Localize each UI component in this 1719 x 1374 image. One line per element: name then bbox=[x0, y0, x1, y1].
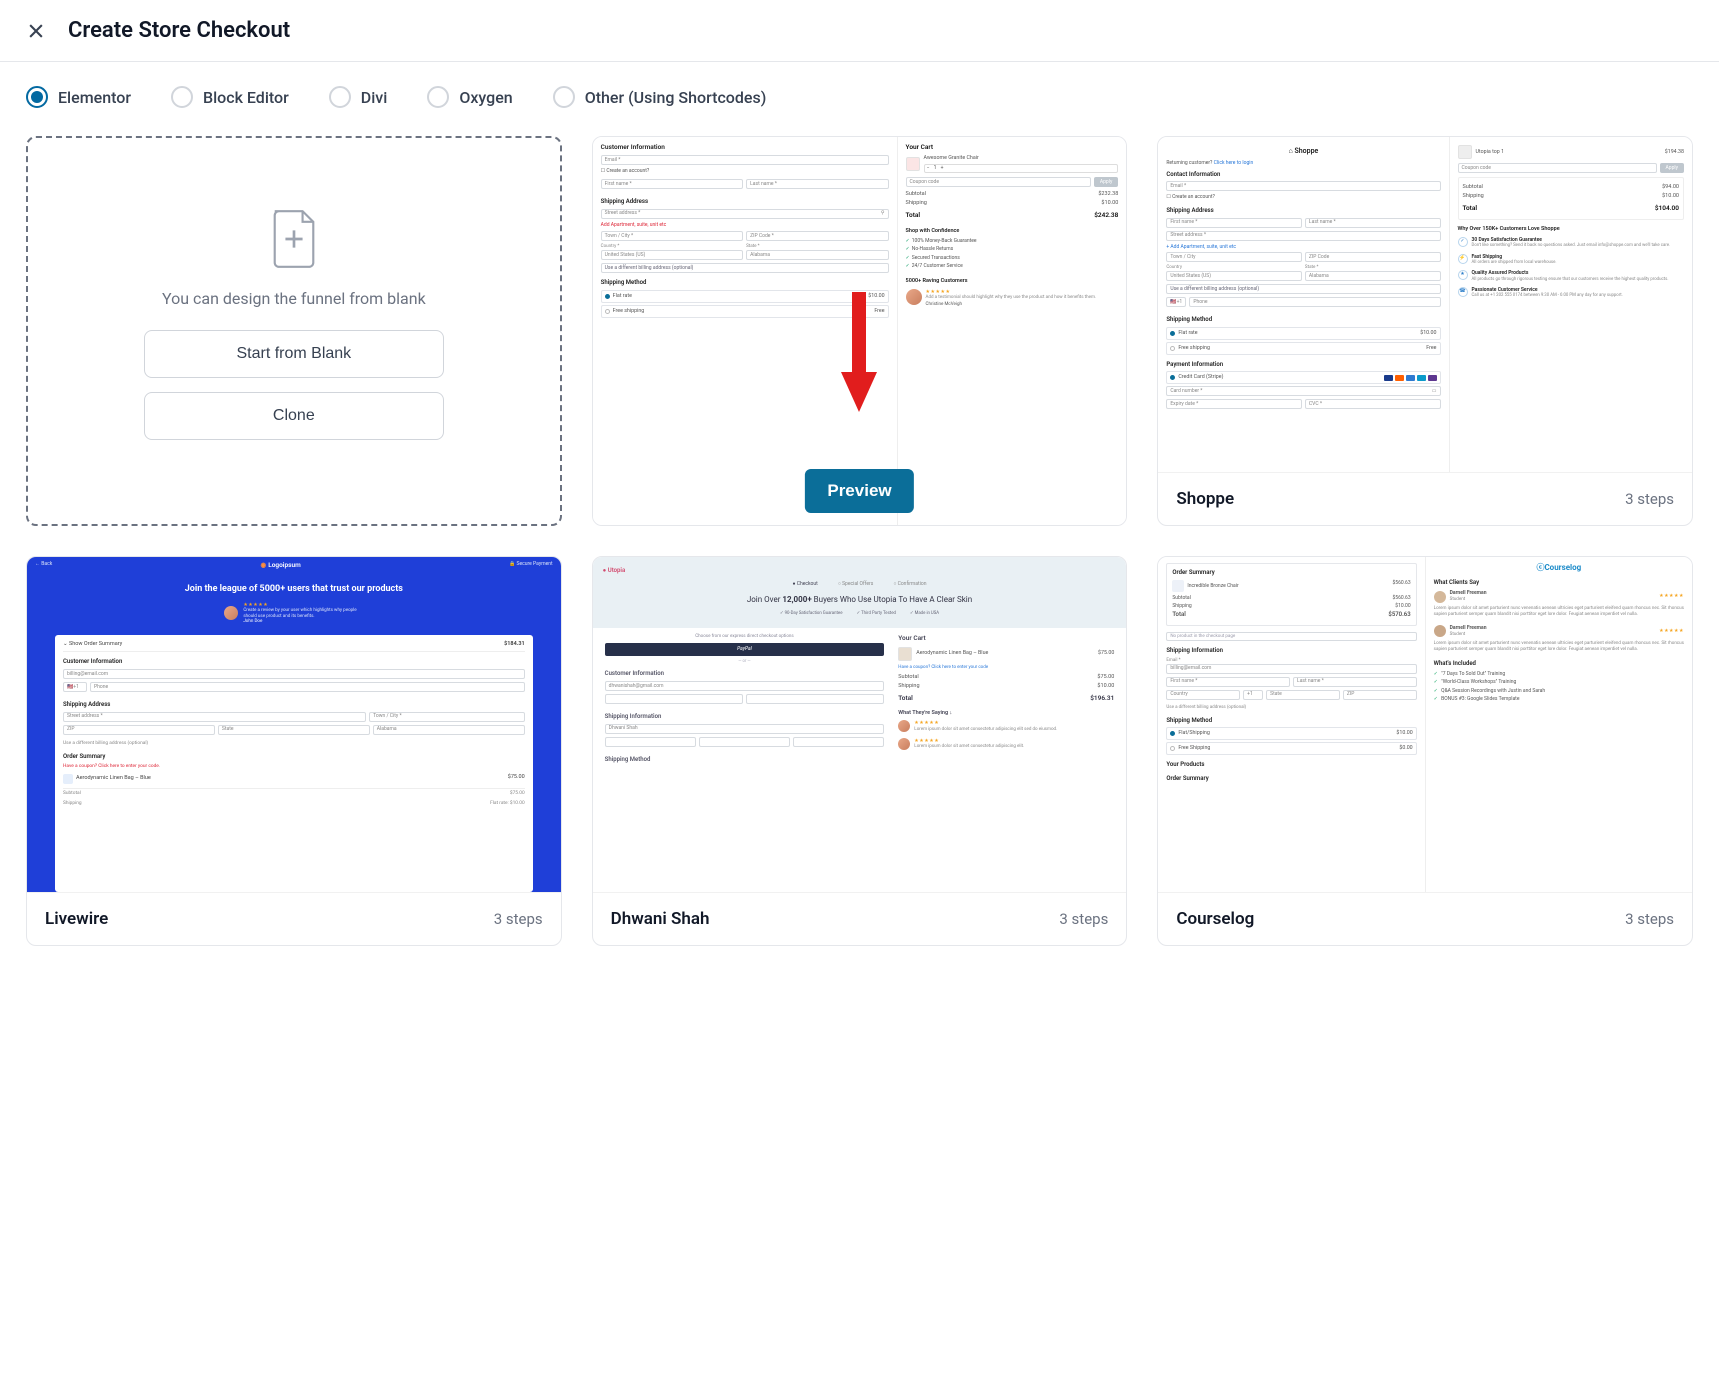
template-thumbnail: Shoppe Returning customer? Click here to… bbox=[1158, 137, 1692, 472]
builder-option-divi[interactable]: Divi bbox=[329, 86, 388, 108]
builder-radio-group: Elementor Block Editor Divi Oxygen Other… bbox=[26, 86, 1693, 108]
builder-option-oxygen[interactable]: Oxygen bbox=[427, 86, 512, 108]
preview-button[interactable]: Preview bbox=[805, 469, 913, 513]
radio-icon bbox=[26, 86, 48, 108]
close-icon bbox=[26, 21, 46, 41]
template-card-shoppe[interactable]: Shoppe Returning customer? Click here to… bbox=[1157, 136, 1693, 526]
template-thumbnail: ● Utopia ● Checkout○ Special Offers○ Con… bbox=[593, 557, 1127, 892]
template-card-livewire[interactable]: ← Back◉Logoipsum🔒 Secure Payment Join th… bbox=[26, 556, 562, 946]
template-thumbnail: Order Summary Incredible Bronze Chair$56… bbox=[1158, 557, 1692, 892]
template-name: Dhwani Shah bbox=[611, 909, 710, 929]
blank-card: You can design the funnel from blank Sta… bbox=[26, 136, 562, 526]
template-name: Livewire bbox=[45, 909, 108, 929]
template-steps: 3 steps bbox=[1059, 910, 1108, 928]
radio-label: Divi bbox=[361, 88, 388, 107]
template-thumbnail: ← Back◉Logoipsum🔒 Secure Payment Join th… bbox=[27, 557, 561, 892]
template-steps: 3 steps bbox=[494, 910, 543, 928]
template-name: Courselog bbox=[1176, 909, 1254, 929]
blank-text: You can design the funnel from blank bbox=[162, 289, 426, 308]
template-thumbnail: Customer Information Email * ☐ Create an… bbox=[593, 137, 1127, 525]
start-from-blank-button[interactable]: Start from Blank bbox=[144, 330, 444, 378]
template-card-default[interactable]: Customer Information Email * ☐ Create an… bbox=[592, 136, 1128, 526]
template-grid: You can design the funnel from blank Sta… bbox=[26, 136, 1693, 946]
radio-icon bbox=[171, 86, 193, 108]
radio-icon bbox=[553, 86, 575, 108]
radio-label: Block Editor bbox=[203, 88, 289, 107]
template-steps: 3 steps bbox=[1625, 910, 1674, 928]
content: Elementor Block Editor Divi Oxygen Other… bbox=[0, 62, 1719, 986]
clone-button[interactable]: Clone bbox=[144, 392, 444, 440]
template-card-courselog[interactable]: Order Summary Incredible Bronze Chair$56… bbox=[1157, 556, 1693, 946]
template-steps: 3 steps bbox=[1625, 490, 1674, 508]
radio-label: Elementor bbox=[58, 88, 131, 107]
annotation-arrow-icon bbox=[835, 287, 883, 421]
radio-label: Oxygen bbox=[459, 88, 512, 107]
builder-option-block-editor[interactable]: Block Editor bbox=[171, 86, 289, 108]
radio-icon bbox=[427, 86, 449, 108]
radio-label: Other (Using Shortcodes) bbox=[585, 88, 767, 107]
close-button[interactable] bbox=[24, 19, 48, 43]
blank-file-icon bbox=[267, 209, 321, 269]
builder-option-other[interactable]: Other (Using Shortcodes) bbox=[553, 86, 767, 108]
builder-option-elementor[interactable]: Elementor bbox=[26, 86, 131, 108]
modal-header: Create Store Checkout bbox=[0, 0, 1719, 62]
radio-icon bbox=[329, 86, 351, 108]
page-title: Create Store Checkout bbox=[68, 18, 290, 43]
template-card-utopia[interactable]: ● Utopia ● Checkout○ Special Offers○ Con… bbox=[592, 556, 1128, 946]
template-name: Shoppe bbox=[1176, 489, 1234, 509]
